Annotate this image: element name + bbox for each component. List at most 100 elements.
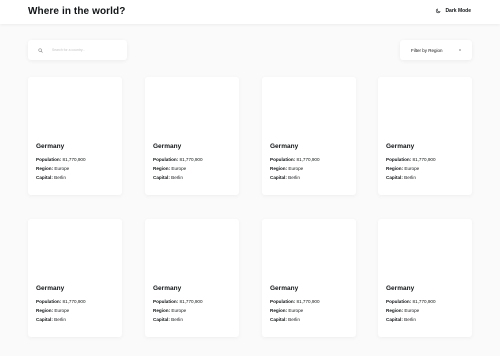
capital-value: Berlin [404,175,416,180]
capital-label: Capital: [386,317,403,322]
capital-value: Berlin [288,317,300,322]
population-row: Population: 81,770,900 [153,299,203,304]
region-value: Europe [404,166,420,171]
region-row: Region: Europe [153,166,186,171]
region-label: Region: [153,166,171,171]
capital-value: Berlin [171,317,183,322]
population-value: 81,770,900 [179,299,203,304]
population-value: 81,770,900 [296,299,320,304]
population-label: Population: [153,157,179,162]
country-name: Germany [36,285,65,292]
population-row: Population: 81,770,900 [386,157,436,162]
region-filter-dropdown[interactable]: Filter by Region [400,40,472,60]
population-row: Population: 81,770,900 [386,299,436,304]
dark-mode-label: Dark Mode [445,8,471,14]
country-card[interactable]: Germany Population: 81,770,900 Region: E… [262,219,356,337]
country-card[interactable]: Germany Population: 81,770,900 Region: E… [28,77,122,195]
population-value: 81,770,900 [62,299,86,304]
country-name: Germany [153,285,182,292]
capital-label: Capital: [153,317,170,322]
country-name: Germany [270,285,299,292]
capital-row: Capital: Berlin [36,175,66,180]
country-card[interactable]: Germany Population: 81,770,900 Region: E… [262,77,356,195]
capital-value: Berlin [288,175,300,180]
region-value: Europe [54,308,70,313]
capital-label: Capital: [36,317,53,322]
country-card[interactable]: Germany Population: 81,770,900 Region: E… [378,77,472,195]
population-label: Population: [270,299,296,304]
capital-value: Berlin [171,175,183,180]
population-label: Population: [386,299,412,304]
capital-row: Capital: Berlin [386,317,416,322]
capital-row: Capital: Berlin [153,175,183,180]
search-icon [38,47,43,53]
capital-label: Capital: [270,317,287,322]
region-label: Region: [386,308,404,313]
region-row: Region: Europe [270,308,303,313]
population-row: Population: 81,770,900 [270,157,320,162]
capital-row: Capital: Berlin [270,317,300,322]
capital-row: Capital: Berlin [36,317,66,322]
capital-label: Capital: [270,175,287,180]
capital-value: Berlin [54,317,66,322]
region-label: Region: [153,308,171,313]
population-value: 81,770,900 [62,157,86,162]
region-row: Region: Europe [386,308,419,313]
population-value: 81,770,900 [412,157,436,162]
region-label: Region: [270,308,288,313]
population-value: 81,770,900 [179,157,203,162]
country-name: Germany [386,143,415,150]
region-value: Europe [54,166,70,171]
capital-value: Berlin [404,317,416,322]
search-box[interactable] [28,40,127,60]
country-flag [145,219,239,277]
population-row: Population: 81,770,900 [270,299,320,304]
population-row: Population: 81,770,900 [36,299,86,304]
dark-mode-toggle[interactable]: Dark Mode [435,8,471,14]
country-flag [378,219,472,277]
country-card[interactable]: Germany Population: 81,770,900 Region: E… [378,219,472,337]
region-label: Region: [36,166,54,171]
capital-label: Capital: [36,175,53,180]
capital-value: Berlin [54,175,66,180]
region-row: Region: Europe [270,166,303,171]
population-label: Population: [386,157,412,162]
app-title: Where in the world? [28,6,126,17]
capital-label: Capital: [386,175,403,180]
country-name: Germany [270,143,299,150]
population-row: Population: 81,770,900 [36,157,86,162]
population-label: Population: [270,157,296,162]
region-label: Region: [270,166,288,171]
region-row: Region: Europe [153,308,186,313]
population-row: Population: 81,770,900 [153,157,203,162]
country-flag [262,77,356,135]
moon-icon [436,8,441,14]
population-value: 81,770,900 [296,157,320,162]
country-name: Germany [153,143,182,150]
country-card[interactable]: Germany Population: 81,770,900 Region: E… [145,77,239,195]
region-value: Europe [171,166,187,171]
country-card[interactable]: Germany Population: 81,770,900 Region: E… [28,219,122,337]
country-flag [378,77,472,135]
region-value: Europe [171,308,187,313]
country-card[interactable]: Germany Population: 81,770,900 Region: E… [145,219,239,337]
country-flag [262,219,356,277]
population-label: Population: [153,299,179,304]
country-name: Germany [36,143,65,150]
population-value: 81,770,900 [412,299,436,304]
region-row: Region: Europe [386,166,419,171]
region-filter-label: Filter by Region [411,47,443,53]
country-flag [28,219,122,277]
capital-row: Capital: Berlin [270,175,300,180]
region-value: Europe [288,166,304,171]
capital-label: Capital: [153,175,170,180]
region-value: Europe [404,308,420,313]
capital-row: Capital: Berlin [386,175,416,180]
capital-row: Capital: Berlin [153,317,183,322]
top-header: Where in the world? Dark Mode [0,0,500,24]
region-value: Europe [288,308,304,313]
region-row: Region: Europe [36,166,69,171]
region-label: Region: [386,166,404,171]
region-row: Region: Europe [36,308,69,313]
search-input[interactable] [52,48,122,52]
